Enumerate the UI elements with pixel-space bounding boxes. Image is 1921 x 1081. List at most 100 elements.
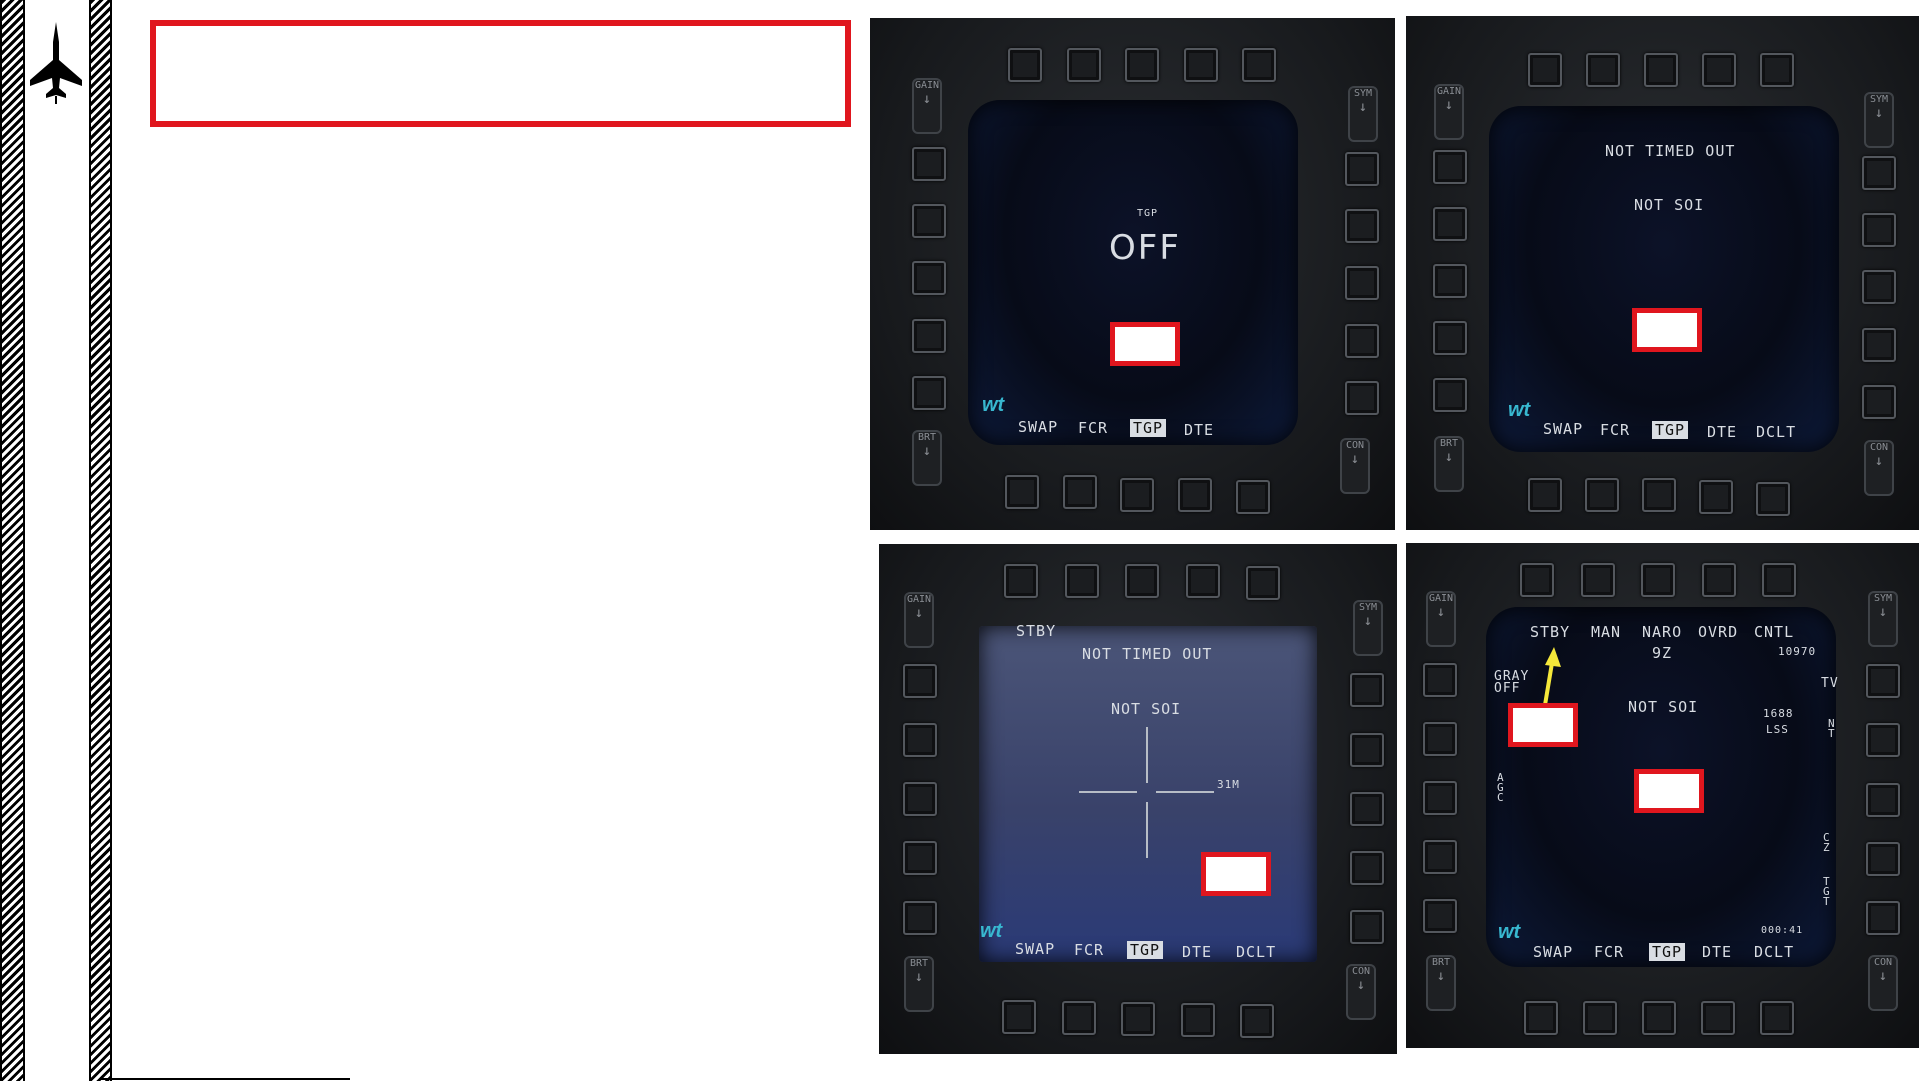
- osb-button[interactable]: [1756, 482, 1790, 516]
- con-rocker[interactable]: CON ↓: [1864, 440, 1894, 496]
- osb-button[interactable]: [1581, 563, 1615, 597]
- sym-rocker[interactable]: SYM ↓: [1348, 86, 1378, 142]
- osb-button[interactable]: [1642, 1001, 1676, 1035]
- osb-button[interactable]: [1866, 783, 1900, 817]
- brt-rocker[interactable]: BRT ↓: [1426, 955, 1456, 1011]
- osb-button[interactable]: [912, 319, 946, 353]
- osb-button[interactable]: [1641, 563, 1675, 597]
- osb-button[interactable]: [1586, 53, 1620, 87]
- osb-button[interactable]: [1423, 899, 1457, 933]
- osb-button[interactable]: [1345, 209, 1379, 243]
- osb-button[interactable]: [1345, 152, 1379, 186]
- osb-button[interactable]: [1423, 722, 1457, 756]
- osb-button[interactable]: [903, 901, 937, 935]
- osb-button[interactable]: [1246, 566, 1280, 600]
- osb-button[interactable]: [1644, 53, 1678, 87]
- osb-button[interactable]: [1866, 901, 1900, 935]
- osb-button[interactable]: [1760, 1001, 1794, 1035]
- osb-button[interactable]: [903, 782, 937, 816]
- osb-button[interactable]: [1866, 842, 1900, 876]
- osb-button[interactable]: [1433, 150, 1467, 184]
- osb-button[interactable]: [1699, 480, 1733, 514]
- osb-button[interactable]: [912, 376, 946, 410]
- sym-rocker[interactable]: SYM ↓: [1868, 591, 1898, 647]
- arrow-icon: ↓: [922, 91, 932, 107]
- osb-button[interactable]: [1524, 1001, 1558, 1035]
- osb-button[interactable]: [1005, 475, 1039, 509]
- osb-button[interactable]: [1178, 478, 1212, 512]
- osb-button[interactable]: [1866, 664, 1900, 698]
- osb-button[interactable]: [1423, 663, 1457, 697]
- osb-button[interactable]: [1762, 563, 1796, 597]
- osb-button[interactable]: [1642, 478, 1676, 512]
- osb-button[interactable]: [912, 147, 946, 181]
- osb-button[interactable]: [1345, 266, 1379, 300]
- osb-button[interactable]: [1062, 1001, 1096, 1035]
- gain-rocker[interactable]: GAIN ↓: [1434, 84, 1464, 140]
- osb-button[interactable]: [912, 204, 946, 238]
- osb-button[interactable]: [1345, 324, 1379, 358]
- osb-button[interactable]: [1862, 385, 1896, 419]
- osb-button[interactable]: [1528, 53, 1562, 87]
- gain-label: GAIN: [906, 594, 932, 605]
- osb-button[interactable]: [1423, 840, 1457, 874]
- osb-button[interactable]: [1004, 564, 1038, 598]
- osb-button[interactable]: [903, 841, 937, 875]
- osb-button[interactable]: [1520, 563, 1554, 597]
- osb-button[interactable]: [1350, 910, 1384, 944]
- osb-button[interactable]: [1002, 1000, 1036, 1034]
- osb-button[interactable]: [1862, 328, 1896, 362]
- osb-button[interactable]: [1063, 475, 1097, 509]
- gain-rocker[interactable]: GAIN ↓: [912, 78, 942, 134]
- brt-rocker[interactable]: BRT ↓: [1434, 436, 1464, 492]
- osb-button[interactable]: [1067, 48, 1101, 82]
- osb-button[interactable]: [1433, 207, 1467, 241]
- osb-button[interactable]: [912, 261, 946, 295]
- brt-rocker[interactable]: BRT ↓: [904, 956, 934, 1012]
- sym-rocker[interactable]: SYM ↓: [1864, 92, 1894, 148]
- osb-button[interactable]: [1433, 264, 1467, 298]
- osb-button[interactable]: [1433, 378, 1467, 412]
- osb-button[interactable]: [1121, 1002, 1155, 1036]
- osb-button[interactable]: [1065, 564, 1099, 598]
- osb-button[interactable]: [1862, 156, 1896, 190]
- gain-rocker[interactable]: GAIN ↓: [1426, 591, 1456, 647]
- con-rocker[interactable]: CON ↓: [1868, 955, 1898, 1011]
- osb-button[interactable]: [1125, 48, 1159, 82]
- not-timed-out-text: NOT TIMED OUT: [1605, 142, 1736, 160]
- osb-button[interactable]: [1350, 792, 1384, 826]
- osb-button[interactable]: [1866, 723, 1900, 757]
- osb-button[interactable]: [1125, 564, 1159, 598]
- osb-button[interactable]: [1701, 1001, 1735, 1035]
- osb-button[interactable]: [1345, 381, 1379, 415]
- gain-rocker[interactable]: GAIN ↓: [904, 592, 934, 648]
- osb-button[interactable]: [1862, 270, 1896, 304]
- osb-button[interactable]: [1583, 1001, 1617, 1035]
- osb-button[interactable]: [1760, 53, 1794, 87]
- osb-button[interactable]: [1236, 480, 1270, 514]
- con-rocker[interactable]: CON ↓: [1346, 964, 1376, 1020]
- osb-button[interactable]: [903, 723, 937, 757]
- sym-rocker[interactable]: SYM ↓: [1353, 600, 1383, 656]
- osb-button[interactable]: [1585, 478, 1619, 512]
- osb-button[interactable]: [1702, 563, 1736, 597]
- osb-button[interactable]: [1702, 53, 1736, 87]
- osb-button[interactable]: [1433, 321, 1467, 355]
- osb-button[interactable]: [1184, 48, 1218, 82]
- osb-button[interactable]: [1528, 478, 1562, 512]
- osb-button[interactable]: [1350, 733, 1384, 767]
- osb-button[interactable]: [903, 664, 937, 698]
- osb-button[interactable]: [1862, 213, 1896, 247]
- osb-button[interactable]: [1242, 48, 1276, 82]
- brt-rocker[interactable]: BRT ↓: [912, 430, 942, 486]
- con-rocker[interactable]: CON ↓: [1340, 438, 1370, 494]
- osb-button[interactable]: [1186, 564, 1220, 598]
- osb-button[interactable]: [1240, 1004, 1274, 1038]
- osb-button[interactable]: [1350, 673, 1384, 707]
- osb-button[interactable]: [1350, 851, 1384, 885]
- osb-button[interactable]: [1423, 781, 1457, 815]
- osb-button[interactable]: [1181, 1003, 1215, 1037]
- osb-button[interactable]: [1120, 478, 1154, 512]
- osb-button[interactable]: [1008, 48, 1042, 82]
- arrow-icon: ↓: [1444, 449, 1454, 465]
